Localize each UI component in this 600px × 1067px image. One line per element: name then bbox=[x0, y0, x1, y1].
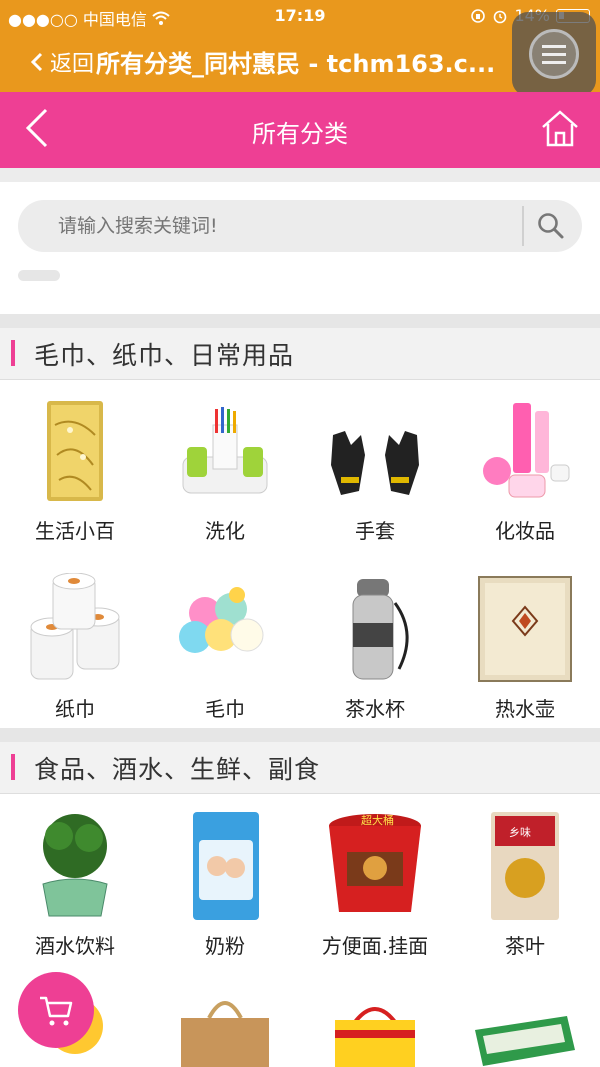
kettle-image bbox=[478, 576, 572, 682]
gloves-image bbox=[331, 431, 419, 495]
gift-box-image bbox=[181, 1001, 269, 1067]
tissue-rolls-image bbox=[30, 573, 120, 680]
noodle-badge-text: 超大桶 bbox=[361, 813, 394, 827]
browser-page-title: 所有分类_同村惠民 - tchm163.c... bbox=[96, 50, 496, 78]
towels-image bbox=[179, 587, 264, 653]
status-bar: ●●●○○ 中国电信 17:19 14% bbox=[0, 0, 600, 32]
cart-icon bbox=[40, 996, 73, 1026]
rice-bag-image bbox=[475, 1016, 575, 1066]
page-title: 所有分类 bbox=[252, 120, 348, 148]
milk-powder-image bbox=[193, 812, 259, 920]
category-name: 生活小百 bbox=[35, 519, 115, 543]
search-divider bbox=[522, 206, 524, 246]
cosmetics-image bbox=[483, 403, 570, 498]
gift-box-image bbox=[47, 401, 103, 501]
browser-back-label: 返回 bbox=[50, 52, 95, 77]
menu-icon bbox=[529, 29, 579, 79]
search-input[interactable] bbox=[58, 200, 518, 252]
cart-button[interactable] bbox=[18, 972, 94, 1048]
category-name: 酒水饮料 bbox=[35, 934, 115, 958]
thermos-image bbox=[352, 579, 409, 680]
search-area bbox=[0, 182, 600, 312]
category-name: 洗化 bbox=[205, 519, 245, 543]
section-title: 毛巾、纸巾、日常用品 bbox=[34, 341, 295, 370]
category-name: 毛巾 bbox=[205, 697, 245, 721]
alarm-icon bbox=[494, 10, 507, 23]
category-name: 茶叶 bbox=[505, 934, 545, 958]
search-box bbox=[18, 200, 582, 252]
home-button[interactable] bbox=[540, 108, 580, 148]
chevron-left-icon bbox=[30, 52, 43, 72]
indicator-pill bbox=[18, 270, 60, 281]
section-header-daily: 毛巾、纸巾、日常用品 bbox=[0, 314, 600, 380]
floating-menu-button[interactable] bbox=[512, 12, 596, 96]
separator bbox=[0, 168, 600, 182]
page-header: 所有分类 bbox=[0, 92, 600, 168]
category-name: 热水壶 bbox=[495, 697, 555, 721]
tea-package-image: 乡味 bbox=[491, 812, 559, 920]
category-name: 手套 bbox=[355, 519, 395, 543]
browser-back-button[interactable]: 返回 bbox=[30, 46, 94, 78]
instant-noodles-image: 超大桶 bbox=[329, 813, 421, 912]
section-accent-bar bbox=[11, 754, 15, 780]
toothbrush-holder-image bbox=[182, 407, 268, 494]
tea-pack-text: 乡味 bbox=[509, 826, 531, 839]
search-icon[interactable] bbox=[536, 211, 566, 241]
section-accent-bar bbox=[11, 340, 15, 366]
browser-bar: 返回 所有分类_同村惠民 - tchm163.c... bbox=[0, 32, 600, 92]
potted-plant-image bbox=[42, 814, 108, 917]
orientation-lock-icon bbox=[471, 8, 486, 23]
section-title: 食品、酒水、生鲜、副食 bbox=[34, 755, 321, 784]
category-name: 纸巾 bbox=[55, 697, 95, 721]
category-name: 方便面.挂面 bbox=[321, 934, 429, 958]
gift-basket-image bbox=[335, 1007, 415, 1067]
category-name: 茶水杯 bbox=[345, 697, 405, 721]
section-header-food: 食品、酒水、生鲜、副食 bbox=[0, 728, 600, 794]
category-name: 化妆品 bbox=[495, 519, 555, 543]
category-name: 奶粉 bbox=[205, 934, 245, 958]
